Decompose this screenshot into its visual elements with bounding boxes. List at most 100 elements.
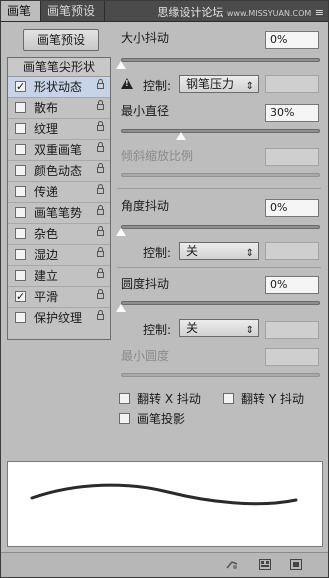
control-fade-field[interactable] bbox=[265, 242, 319, 260]
warning-icon: ! bbox=[121, 78, 133, 89]
option-shape-dynamics[interactable]: ✓ 形状动态 bbox=[8, 77, 110, 98]
tilt-scale-label: 倾斜缩放比例 bbox=[121, 149, 194, 163]
select-arrow-icon: ⇕ bbox=[245, 248, 254, 259]
option-noise[interactable]: 杂色 bbox=[8, 224, 110, 245]
angle-jitter-slider[interactable] bbox=[121, 225, 320, 229]
lock-icon[interactable] bbox=[97, 100, 104, 110]
roundness-jitter-handle[interactable] bbox=[116, 304, 126, 312]
lock-icon[interactable] bbox=[97, 184, 104, 194]
select-arrow-icon: ⇕ bbox=[245, 81, 254, 92]
option-label: 传递 bbox=[34, 185, 59, 199]
lock-icon[interactable] bbox=[97, 247, 104, 257]
size-jitter-slider[interactable] bbox=[121, 58, 320, 62]
tilt-scale-slider[interactable] bbox=[121, 173, 320, 177]
option-label: 画笔笔势 bbox=[34, 206, 83, 220]
checkbox[interactable]: ✓ bbox=[15, 291, 26, 302]
brush-presets-button[interactable]: 画笔预设 bbox=[23, 29, 99, 51]
option-label: 形状动态 bbox=[34, 80, 83, 94]
checkbox[interactable] bbox=[15, 102, 26, 113]
new-brush-icon[interactable] bbox=[290, 559, 302, 570]
size-jitter-field[interactable]: 0% bbox=[265, 31, 319, 49]
divider bbox=[117, 267, 321, 268]
option-dual-brush[interactable]: 双重画笔 bbox=[8, 140, 110, 161]
flip-x-checkbox[interactable] bbox=[119, 393, 130, 404]
option-protect-texture[interactable]: 保护纹理 bbox=[8, 308, 110, 329]
flip-y-checkbox[interactable] bbox=[223, 393, 234, 404]
checkbox[interactable]: ✓ bbox=[15, 81, 26, 92]
control-select[interactable]: 钢笔压力 ⇕ bbox=[179, 75, 259, 93]
option-scattering[interactable]: 散布 bbox=[8, 98, 110, 119]
brush-grid-icon[interactable] bbox=[259, 559, 271, 570]
control-label: 控制: bbox=[143, 79, 172, 93]
checkbox[interactable] bbox=[15, 312, 26, 323]
divider bbox=[117, 188, 321, 189]
minimum-roundness-label: 最小圆度 bbox=[121, 349, 170, 363]
minimum-roundness-field[interactable] bbox=[265, 348, 319, 366]
lock-icon[interactable] bbox=[97, 163, 104, 173]
control-label: 控制: bbox=[143, 246, 172, 260]
tab-bar: 画笔 画笔预设 思缘设计论坛 www.MISSYUAN.COM ≡ bbox=[1, 1, 328, 22]
control-select-value: 关 bbox=[186, 244, 199, 258]
roundness-jitter-field[interactable]: 0% bbox=[265, 276, 319, 294]
tab-brush-presets[interactable]: 画笔预设 bbox=[41, 1, 105, 21]
control-label: 控制: bbox=[143, 323, 172, 337]
bottom-toolbar bbox=[1, 552, 328, 577]
checkbox[interactable] bbox=[15, 228, 26, 239]
flip-y-label: 翻转 Y 抖动 bbox=[241, 392, 304, 406]
option-smoothing[interactable]: ✓ 平滑 bbox=[8, 287, 110, 308]
panel-menu-icon[interactable]: ≡ bbox=[315, 6, 324, 19]
option-wet-edges[interactable]: 湿边 bbox=[8, 245, 110, 266]
control-fade-field[interactable] bbox=[265, 321, 319, 339]
roundness-jitter-slider[interactable] bbox=[121, 301, 320, 305]
control-select[interactable]: 关 ⇕ bbox=[179, 319, 259, 337]
minimum-roundness-slider[interactable] bbox=[121, 373, 320, 377]
control-select[interactable]: 关 ⇕ bbox=[179, 242, 259, 260]
watermark-text: 思缘设计论坛 bbox=[157, 6, 224, 19]
option-texture[interactable]: 纹理 bbox=[8, 119, 110, 140]
control-select-value: 钢笔压力 bbox=[186, 77, 235, 91]
minimum-diameter-slider[interactable] bbox=[121, 129, 320, 133]
lock-icon[interactable] bbox=[97, 268, 104, 278]
control-select-value: 关 bbox=[186, 321, 199, 335]
option-build-up[interactable]: 建立 bbox=[8, 266, 110, 287]
option-brush-pose[interactable]: 画笔笔势 bbox=[8, 203, 110, 224]
brush-options-list: 画笔笔尖形状 ✓ 形状动态 散布 纹理 双重画笔 颜色动态 传递 画笔笔势 杂色… bbox=[7, 57, 111, 340]
option-label: 建立 bbox=[34, 269, 59, 283]
watermark: 思缘设计论坛 www.MISSYUAN.COM ≡ bbox=[157, 4, 324, 20]
roundness-jitter-label: 圆度抖动 bbox=[121, 277, 170, 291]
lock-icon[interactable] bbox=[97, 121, 104, 131]
angle-jitter-handle[interactable] bbox=[116, 228, 126, 236]
option-transfer[interactable]: 传递 bbox=[8, 182, 110, 203]
select-arrow-icon: ⇕ bbox=[245, 325, 254, 336]
lock-icon[interactable] bbox=[97, 142, 104, 152]
checkbox[interactable] bbox=[15, 123, 26, 134]
option-label: 颜色动态 bbox=[34, 164, 83, 178]
control-fade-field[interactable] bbox=[265, 75, 319, 93]
checkbox[interactable] bbox=[15, 144, 26, 155]
brush-tip-shape-item[interactable]: 画笔笔尖形状 bbox=[8, 58, 110, 77]
lock-icon[interactable] bbox=[97, 310, 104, 320]
checkbox[interactable] bbox=[15, 165, 26, 176]
lock-icon[interactable] bbox=[97, 205, 104, 215]
tab-brush[interactable]: 画笔 bbox=[1, 1, 41, 21]
lock-icon[interactable] bbox=[97, 79, 104, 89]
toggle-live-tip-icon[interactable] bbox=[226, 559, 238, 570]
size-jitter-handle[interactable] bbox=[116, 61, 126, 69]
checkbox[interactable] bbox=[15, 270, 26, 281]
brush-projection-checkbox[interactable] bbox=[119, 413, 130, 424]
checkbox[interactable] bbox=[15, 207, 26, 218]
flip-x-label: 翻转 X 抖动 bbox=[137, 392, 201, 406]
stroke-preview-curve bbox=[30, 483, 298, 506]
minimum-diameter-handle[interactable] bbox=[176, 132, 186, 140]
size-jitter-label: 大小抖动 bbox=[121, 31, 170, 45]
checkbox[interactable] bbox=[15, 249, 26, 260]
minimum-diameter-field[interactable]: 30% bbox=[265, 104, 319, 122]
tilt-scale-field[interactable] bbox=[265, 148, 319, 166]
angle-jitter-label: 角度抖动 bbox=[121, 199, 170, 213]
angle-jitter-field[interactable]: 0% bbox=[265, 199, 319, 217]
lock-icon[interactable] bbox=[97, 289, 104, 299]
option-label: 湿边 bbox=[34, 248, 59, 262]
option-color-dynamics[interactable]: 颜色动态 bbox=[8, 161, 110, 182]
lock-icon[interactable] bbox=[97, 226, 104, 236]
checkbox[interactable] bbox=[15, 186, 26, 197]
